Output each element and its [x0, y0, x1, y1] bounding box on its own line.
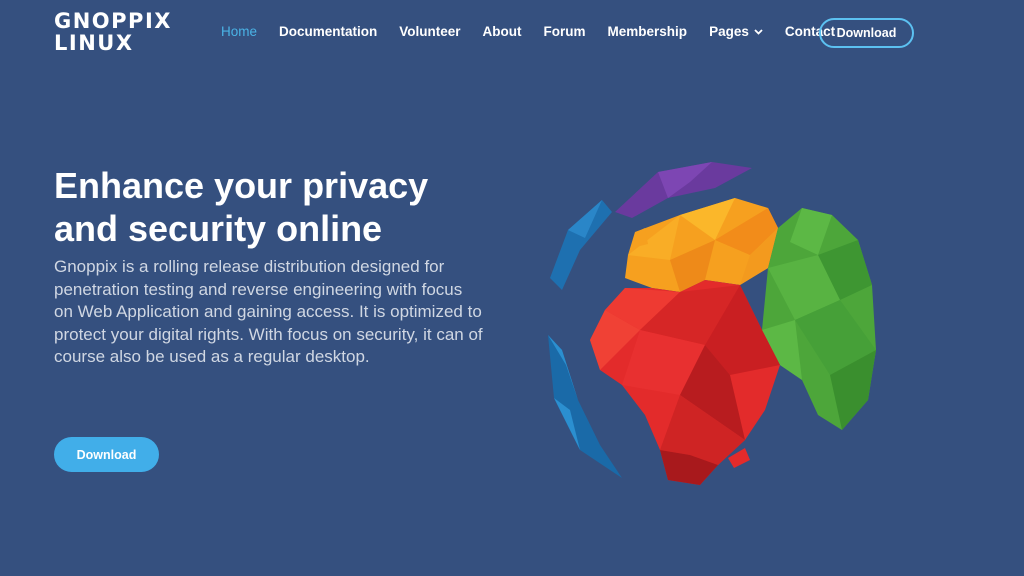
header-download-button[interactable]: Download	[819, 18, 914, 48]
nav-pages[interactable]: Pages	[709, 24, 763, 39]
hero-title-line-2: and security online	[54, 208, 383, 249]
nav-home[interactable]: Home	[221, 24, 257, 39]
nav-about[interactable]: About	[483, 24, 522, 39]
chevron-down-icon	[754, 28, 763, 35]
hero-download-button[interactable]: Download	[54, 437, 159, 472]
hero-description: Gnoppix is a rolling release distributio…	[54, 257, 483, 366]
nav-documentation[interactable]: Documentation	[279, 24, 377, 39]
nav-membership[interactable]: Membership	[608, 24, 688, 39]
nav-forum[interactable]: Forum	[544, 24, 586, 39]
hero-title: Enhance your privacy and security online	[54, 164, 474, 250]
hero-title-line-1: Enhance your privacy	[54, 165, 429, 206]
main-nav: Home Documentation Volunteer About Forum…	[221, 24, 857, 39]
logo-line-1: GNOPPIX	[54, 9, 172, 33]
site-logo[interactable]: GNOPPIX LINUX	[54, 10, 172, 54]
nav-pages-label: Pages	[709, 24, 749, 39]
polygon-globe-image	[548, 162, 876, 485]
logo-line-2: LINUX	[54, 31, 134, 55]
nav-volunteer[interactable]: Volunteer	[399, 24, 460, 39]
